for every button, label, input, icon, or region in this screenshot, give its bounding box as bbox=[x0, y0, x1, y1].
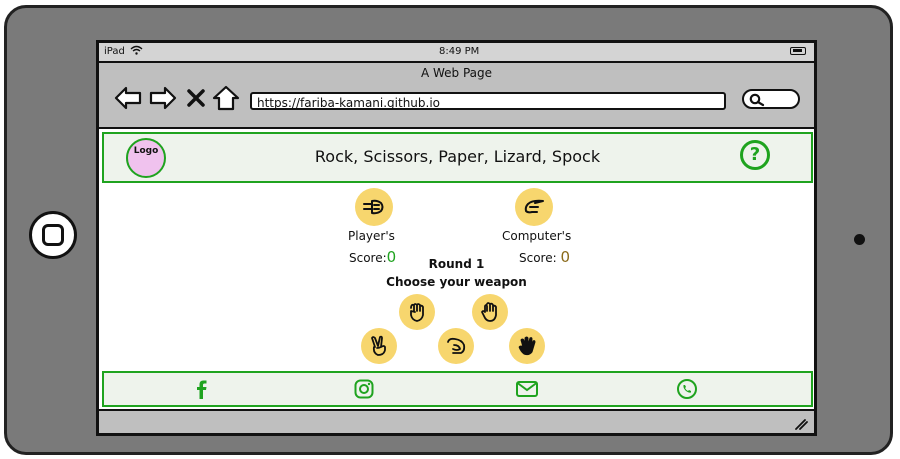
site-footer bbox=[102, 371, 813, 407]
help-icon[interactable]: ? bbox=[740, 140, 770, 170]
wifi-icon bbox=[130, 45, 143, 58]
home-icon[interactable] bbox=[212, 85, 240, 111]
browser-toolbar: A Web Page https://fariba-kamani.github.… bbox=[99, 63, 814, 129]
hand-icon bbox=[481, 302, 497, 322]
status-bar: iPad 8:49 PM bbox=[99, 43, 814, 63]
bottom-bar bbox=[99, 409, 814, 433]
camera-dot bbox=[854, 234, 865, 245]
round-label: Round 1 bbox=[428, 257, 485, 271]
device-label: iPad bbox=[104, 46, 125, 57]
paper-button[interactable] bbox=[472, 294, 508, 330]
computer-choice-lizard-icon bbox=[515, 188, 553, 226]
scissors-button[interactable] bbox=[361, 328, 397, 364]
victory-hand-icon bbox=[371, 335, 386, 356]
tablet-frame: iPad 8:49 PM A Web Page https://fariba-k… bbox=[4, 5, 893, 455]
search-field[interactable] bbox=[742, 89, 800, 109]
spock-button[interactable] bbox=[509, 328, 545, 364]
search-icon bbox=[749, 93, 765, 107]
fist-icon bbox=[410, 303, 424, 322]
player-label: Player's bbox=[348, 229, 395, 243]
vulcan-salute-icon bbox=[518, 336, 536, 356]
home-button[interactable] bbox=[29, 211, 77, 259]
lizard-button[interactable] bbox=[438, 328, 474, 364]
battery-icon bbox=[790, 47, 806, 55]
site-header: Logo Rock, Scissors, Paper, Lizard, Spoc… bbox=[102, 132, 813, 183]
rock-button[interactable] bbox=[399, 294, 435, 330]
url-input[interactable]: https://fariba-kamani.github.io bbox=[250, 92, 726, 110]
computer-label: Computer's bbox=[502, 229, 572, 243]
choose-weapon-prompt: Choose your weapon bbox=[386, 275, 527, 289]
email-icon[interactable] bbox=[515, 378, 539, 400]
facebook-icon[interactable] bbox=[190, 378, 212, 400]
resize-grip-icon bbox=[795, 419, 808, 430]
player-choice-scissors-icon bbox=[355, 188, 393, 226]
lizard-hand-icon bbox=[447, 337, 466, 354]
close-icon[interactable] bbox=[186, 85, 206, 111]
browser-title: A Web Page bbox=[420, 66, 493, 80]
status-time: 8:49 PM bbox=[439, 46, 480, 57]
forward-arrow-icon[interactable] bbox=[149, 85, 177, 111]
instagram-icon[interactable] bbox=[353, 378, 375, 400]
device-screen: iPad 8:49 PM A Web Page https://fariba-k… bbox=[96, 40, 817, 436]
page-title: Rock, Scissors, Paper, Lizard, Spock bbox=[314, 147, 601, 166]
whatsapp-icon[interactable] bbox=[676, 378, 698, 400]
back-arrow-icon[interactable] bbox=[114, 85, 142, 111]
